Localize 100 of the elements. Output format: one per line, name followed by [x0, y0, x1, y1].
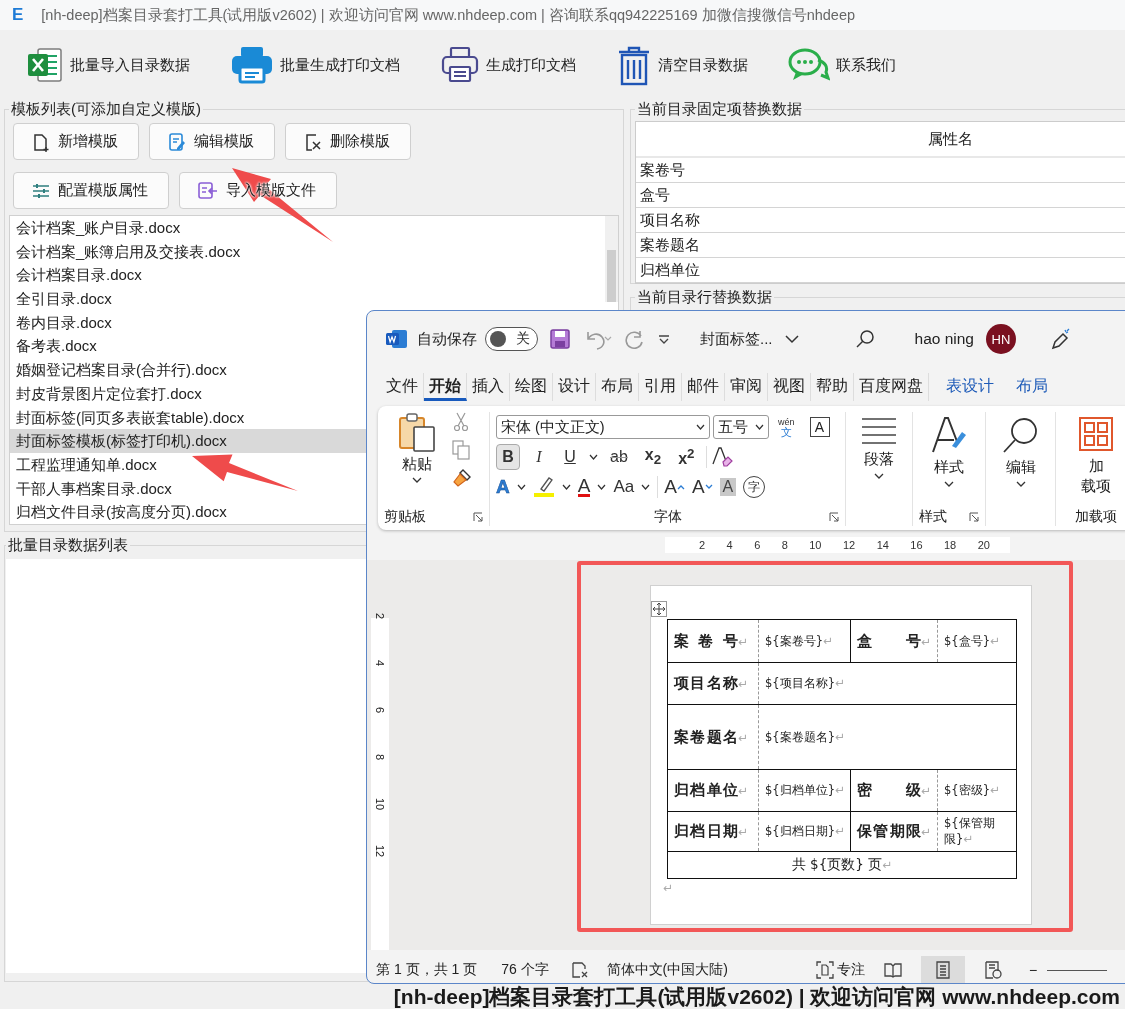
dropdown-icon[interactable] [658, 334, 670, 344]
list-item[interactable]: 归档文件目录(按高度分页).docx [10, 500, 368, 524]
character-border-button[interactable]: A [809, 417, 830, 437]
table-cell: ${归档日期}↵ [758, 811, 851, 852]
ribbon-tab[interactable]: 设计 [553, 373, 596, 401]
user-avatar[interactable]: HN [986, 324, 1016, 354]
list-item[interactable]: 全引目录.docx [10, 287, 368, 311]
add-ins-button[interactable]: 加 载项 [1062, 416, 1125, 496]
ribbon-tab[interactable]: 绘图 [510, 373, 553, 401]
new-document-icon [32, 131, 50, 152]
ribbon-tab[interactable]: 布局 [596, 373, 639, 401]
editing-button[interactable]: 编辑 [992, 416, 1049, 487]
list-item[interactable]: 封面标签(同页多表嵌套table).docx [10, 405, 368, 430]
toolbar-button[interactable]: 批量导入目录数据 [26, 46, 190, 84]
table-cell: 归档单位 [636, 258, 1125, 283]
ribbon-tab[interactable]: 审阅 [725, 373, 768, 401]
list-item[interactable]: 会计档案目录.docx [10, 263, 368, 288]
list-item[interactable]: 会计档案_账簿启用及交接表.docx [10, 239, 368, 264]
grow-font-button[interactable]: A [657, 476, 685, 498]
phonetic-guide-button[interactable]: wén 文 [778, 417, 795, 437]
format-button[interactable]: U [558, 444, 582, 470]
toolbar-button[interactable]: 联系我们 [788, 46, 896, 84]
text-effects-button[interactable]: A [496, 476, 510, 498]
styles-icon [930, 416, 968, 454]
list-item[interactable]: 会计档案_账户目录.docx [10, 216, 368, 240]
font-color-button[interactable]: A [577, 477, 591, 497]
view-button[interactable] [920, 956, 965, 983]
page-count[interactable]: 第 1 页，共 1 页 [376, 961, 478, 979]
language-status[interactable]: 简体中文(中国大陆) [606, 961, 728, 979]
ribbon-tab[interactable]: 引用 [639, 373, 682, 401]
launcher-icon[interactable] [969, 512, 979, 522]
ruler-number: 8 [781, 539, 788, 551]
pen-icon[interactable] [1049, 328, 1071, 350]
scrollbar[interactable] [605, 216, 618, 302]
format-button[interactable]: B [496, 444, 520, 470]
zoom-out-button[interactable]: − [1028, 962, 1038, 978]
caret-icon[interactable] [412, 477, 422, 483]
caret-icon[interactable] [516, 484, 526, 490]
toolbar-button[interactable]: 批量生成打印文档 [230, 45, 400, 85]
template-button[interactable]: 新增模版 [13, 123, 139, 160]
launcher-icon[interactable] [473, 512, 483, 522]
toolbar-button[interactable]: 生成打印文档 [440, 45, 576, 85]
list-item[interactable]: 卷内目录.docx [10, 310, 368, 335]
ruler-number: 14 [876, 539, 889, 551]
caret-icon[interactable] [641, 484, 651, 490]
table-cell: 盒号 [636, 183, 1125, 208]
font-name-field[interactable]: 宋体 (中文正文) [496, 415, 710, 439]
move-handle-icon[interactable] [651, 601, 667, 617]
list-item[interactable]: 婚姻登记档案目录(合并行).docx [10, 358, 368, 382]
ribbon-tab[interactable]: 百度网盘 [854, 373, 929, 401]
focus-button[interactable]: 专注 [815, 961, 865, 979]
format-painter-icon[interactable] [452, 468, 472, 488]
word-count[interactable]: 76 个字 [501, 961, 549, 979]
list-item[interactable]: 封皮背景图片定位套打.docx [10, 381, 368, 406]
list-item[interactable]: 工程监理通知单.docx [10, 452, 368, 477]
search-icon[interactable] [854, 329, 875, 349]
styles-button[interactable]: 样式 [919, 416, 979, 487]
shrink-font-button[interactable]: A [691, 476, 713, 498]
ribbon-tab[interactable]: 视图 [768, 373, 811, 401]
globe-page-icon [983, 961, 1002, 979]
font-size-field[interactable]: 五号 [713, 415, 769, 439]
ribbon-tab[interactable]: 插入 [467, 373, 510, 401]
list-item[interactable]: 备考表.docx [10, 334, 368, 359]
template-button[interactable]: 删除模版 [285, 123, 411, 160]
book-icon [883, 961, 902, 979]
ribbon-tab[interactable]: 帮助 [811, 373, 854, 401]
caret-icon[interactable] [561, 484, 571, 490]
clear-formatting-icon[interactable] [706, 446, 734, 468]
paragraph-button[interactable]: 段落 [852, 416, 906, 479]
character-shading-button[interactable]: A [719, 478, 737, 496]
list-item[interactable]: 封面标签模板(标签打印机).docx [10, 429, 368, 453]
clipboard-icon[interactable] [398, 412, 436, 452]
caret-icon[interactable] [597, 484, 607, 490]
proofing-icon[interactable] [570, 961, 589, 979]
change-case-button[interactable]: Aa [613, 477, 635, 497]
autosave-toggle[interactable]: 关 [485, 327, 538, 351]
caret-down-icon [704, 484, 713, 490]
ribbon-tab[interactable]: 开始 [424, 373, 467, 401]
ruler-number: 4 [726, 539, 733, 551]
redo-icon[interactable] [624, 328, 646, 350]
ribbon-tab[interactable]: 表设计 [941, 373, 999, 401]
launcher-icon[interactable] [829, 512, 839, 522]
ribbon-tab[interactable]: 布局 [1011, 373, 1053, 401]
format-button[interactable]: x$_{2}$ [639, 444, 667, 470]
template-button[interactable]: 配置模版属性 [13, 172, 169, 209]
template-button[interactable]: 编辑模版 [149, 123, 275, 160]
paste-button[interactable]: 粘贴 [402, 455, 432, 474]
format-button[interactable]: I [527, 444, 551, 470]
document-title[interactable]: 封面标签... [700, 329, 773, 349]
format-button[interactable]: x$^{2}$ [673, 444, 700, 470]
list-item[interactable]: 干部人事档案目录.docx [10, 476, 368, 501]
caret-icon[interactable] [589, 454, 598, 460]
save-icon[interactable] [550, 329, 570, 349]
toolbar-button[interactable]: 清空目录数据 [616, 44, 748, 86]
chevron-down-icon[interactable] [784, 334, 799, 344]
table-cell: ${密级}↵ [937, 769, 1017, 812]
highlighter-icon[interactable] [532, 476, 555, 498]
scissors-icon[interactable] [452, 412, 470, 432]
ribbon-tab[interactable]: 邮件 [682, 373, 725, 401]
ribbon-tab[interactable]: 文件 [381, 373, 424, 401]
